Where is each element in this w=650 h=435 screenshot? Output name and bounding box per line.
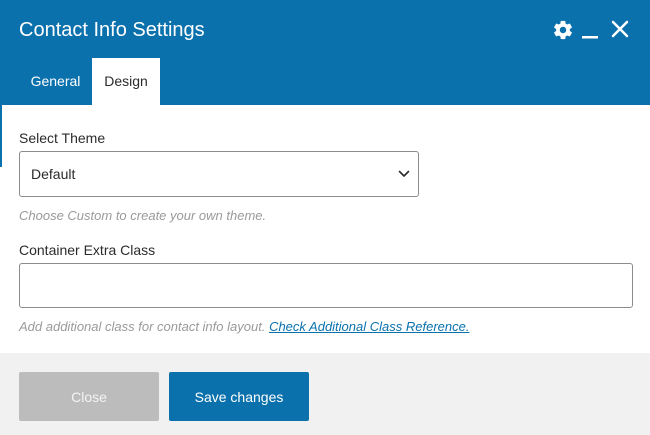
extra-class-hint-text: Add additional class for contact info la… (19, 319, 266, 334)
select-theme-label: Select Theme (19, 130, 106, 146)
tab-general[interactable]: General (19, 58, 92, 105)
container-extra-class-input[interactable] (19, 263, 633, 308)
theme-select[interactable]: Default (19, 151, 419, 197)
container-extra-class-label: Container Extra Class (19, 242, 156, 258)
gear-icon[interactable] (552, 19, 574, 41)
theme-hint: Choose Custom to create your own theme. (19, 208, 267, 223)
theme-select-value: Default (31, 166, 76, 182)
left-accent-bar (0, 105, 2, 167)
extra-class-hint: Add additional class for contact info la… (19, 319, 469, 334)
chevron-down-icon (398, 170, 410, 177)
save-changes-button[interactable]: Save changes (169, 372, 309, 421)
dialog-content: Select Theme Default Choose Custom to cr… (0, 105, 650, 353)
tab-design[interactable]: Design (92, 58, 160, 105)
minimize-icon[interactable] (582, 20, 598, 40)
class-reference-link[interactable]: Check Additional Class Reference. (269, 319, 469, 334)
close-icon[interactable] (610, 19, 630, 39)
dialog-header: Contact Info Settings General Design (0, 0, 650, 105)
dialog-footer: Close Save changes (0, 353, 650, 435)
close-button[interactable]: Close (19, 372, 159, 421)
dialog-title: Contact Info Settings (19, 19, 205, 41)
